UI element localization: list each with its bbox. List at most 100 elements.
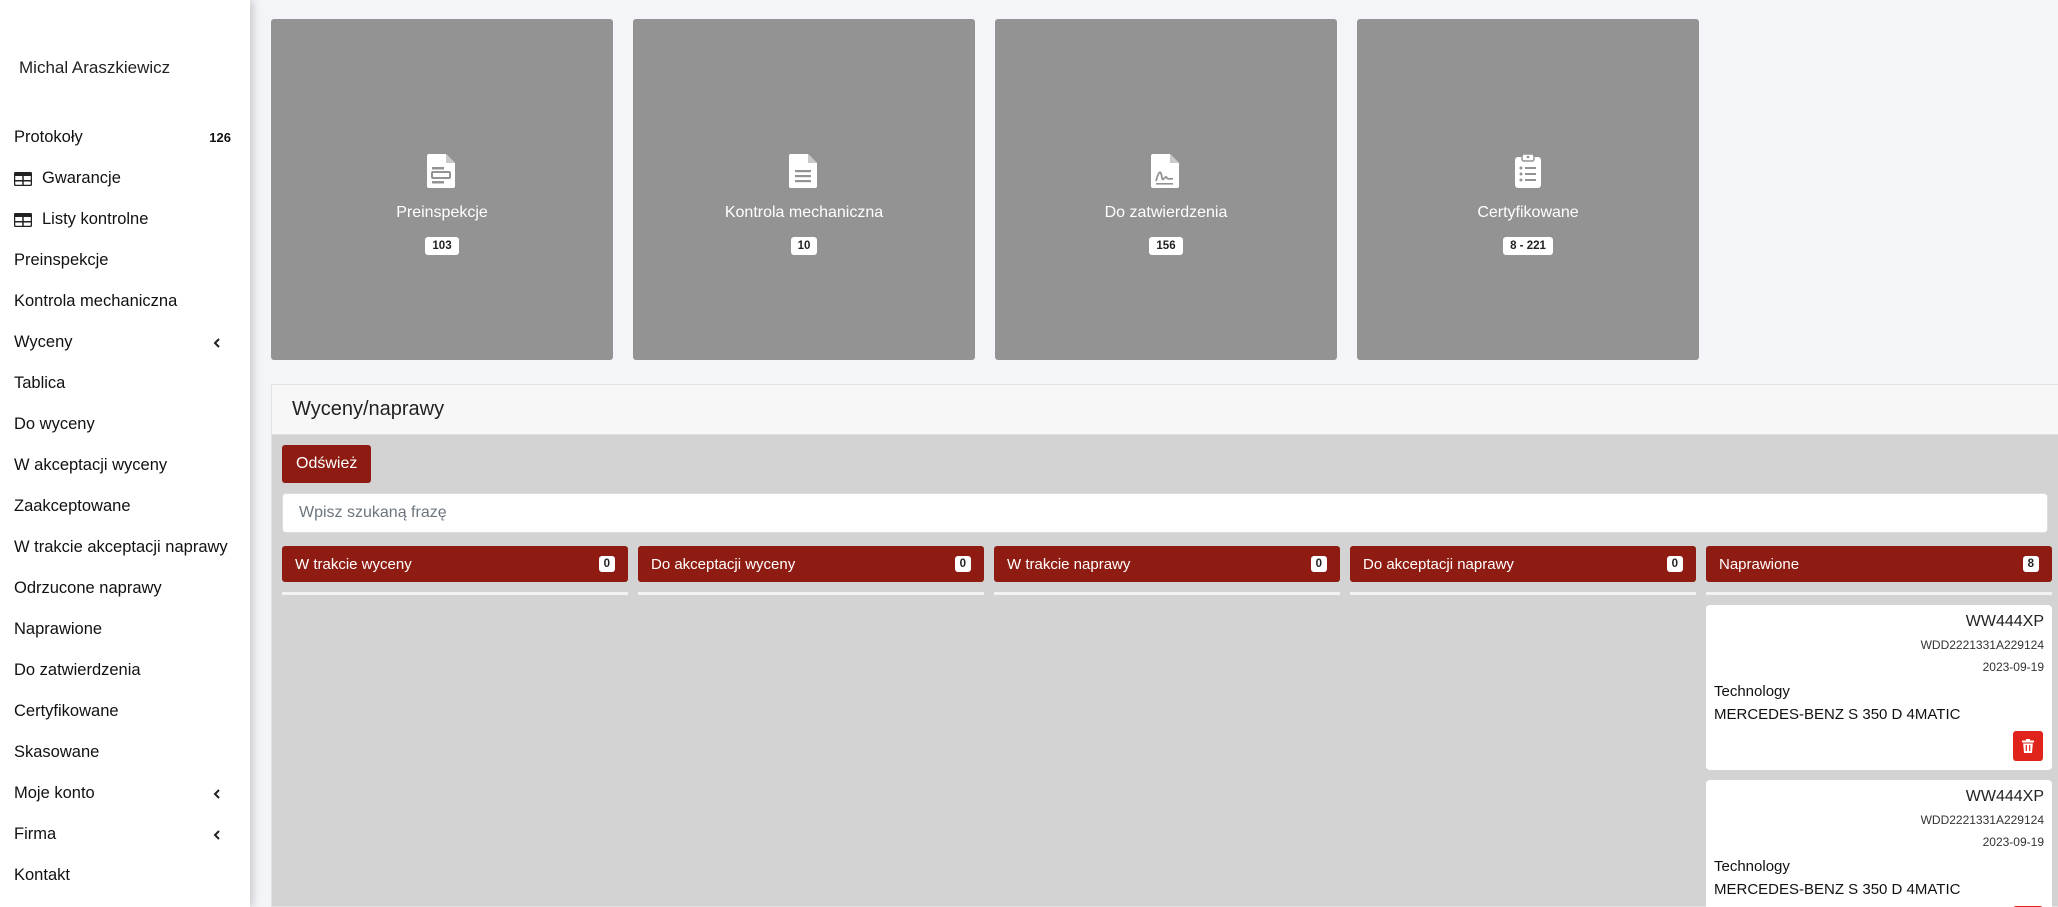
column-count-badge: 8 [2022, 556, 2039, 572]
sidebar-item-label: Kontrola mechaniczna [14, 292, 178, 310]
column-title: Do akceptacji naprawy [1363, 555, 1514, 573]
sidebar-item-wyceny[interactable]: Wyceny [0, 322, 250, 363]
sidebar-item-firma[interactable]: Firma [0, 814, 250, 855]
delete-button[interactable] [2013, 731, 2043, 761]
tile-certyfikowane[interactable]: Certyfikowane 8 - 221 [1357, 19, 1699, 360]
kanban-board: W trakcie wyceny 0 Do akceptacji wyceny … [282, 546, 2052, 907]
column-title: W trakcie naprawy [1007, 555, 1131, 573]
card-plate: WW444XP [1965, 613, 2044, 630]
table-icon [14, 212, 32, 227]
column-count-badge: 0 [1666, 556, 1683, 572]
sidebar-item-label: Zaakceptowane [14, 497, 131, 515]
panel-title: Wyceny/naprawy [272, 385, 2058, 435]
sidebar-item-kontakt[interactable]: Kontakt [0, 855, 250, 896]
column-divider [994, 592, 1340, 595]
sidebar-item-tablica[interactable]: Tablica [0, 363, 250, 404]
card-date: 2023-09-19 [1982, 660, 2044, 674]
column-count-badge: 0 [598, 556, 615, 572]
column-header: W trakcie wyceny 0 [282, 546, 628, 582]
tile-title: Preinspekcje [396, 204, 488, 221]
column-title: Naprawione [1719, 555, 1800, 573]
sidebar-item-label: Listy kontrolne [42, 210, 149, 228]
sidebar-item-certyfikowane[interactable]: Certyfikowane [0, 691, 250, 732]
chevron-left-icon [213, 337, 220, 348]
sidebar-item-naprawione[interactable]: Naprawione [0, 609, 250, 650]
summary-tiles: Preinspekcje 103 Kontrola mechaniczna 10… [271, 19, 1699, 360]
sidebar: Michal Araszkiewicz Protokoły 126 Gwaran… [0, 0, 250, 907]
column-do-akceptacji-wyceny: Do akceptacji wyceny 0 [638, 546, 984, 907]
sidebar-item-label: Do wyceny [14, 415, 95, 433]
column-header: Naprawione 8 [1706, 546, 2052, 582]
sidebar-item-label: Firma [14, 825, 57, 843]
sidebar-item-label: Wyceny [14, 333, 73, 351]
column-w-trakcie-wyceny: W trakcie wyceny 0 [282, 546, 628, 907]
sidebar-item-zaakceptowane[interactable]: Zaakceptowane [0, 486, 250, 527]
sidebar-item-do-zatwierdzenia[interactable]: Do zatwierdzenia [0, 650, 250, 691]
sidebar-item-w-trakcie-akceptacji-naprawy[interactable]: W trakcie akceptacji naprawy [0, 527, 250, 568]
table-icon [14, 171, 32, 186]
sidebar-item-kontrola-mechaniczna[interactable]: Kontrola mechaniczna [0, 281, 250, 322]
repair-card[interactable]: WW444XP WDD2221331A229124 2023-09-19 Tec… [1706, 605, 2052, 770]
refresh-button[interactable]: Odśwież [282, 445, 372, 483]
card-vin: WDD2221331A229124 [1920, 638, 2044, 652]
tile-count-badge: 8 - 221 [1503, 237, 1553, 255]
search-input[interactable] [282, 493, 2048, 533]
card-model: MERCEDES-BENZ S 350 D 4MATIC [1714, 881, 1961, 898]
tile-count-badge: 10 [790, 237, 818, 255]
sidebar-item-label: W akceptacji wyceny [14, 456, 168, 474]
card-company: Technology [1714, 858, 1790, 875]
sidebar-item-label: Certyfikowane [14, 702, 119, 720]
sidebar-item-label: W trakcie akceptacji naprawy [14, 538, 228, 556]
document-form-icon [427, 154, 455, 188]
tile-title: Kontrola mechaniczna [724, 204, 884, 221]
card-date: 2023-09-19 [1982, 835, 2044, 849]
main-content: Preinspekcje 103 Kontrola mechaniczna 10… [250, 0, 2058, 907]
column-w-trakcie-naprawy: W trakcie naprawy 0 [994, 546, 1340, 907]
column-count-badge: 0 [1310, 556, 1327, 572]
column-divider [638, 592, 984, 595]
sidebar-item-w-akceptacji-wyceny[interactable]: W akceptacji wyceny [0, 445, 250, 486]
column-title: Do akceptacji wyceny [651, 555, 796, 573]
sidebar-item-label: Kontakt [14, 866, 70, 884]
sidebar-item-label: Skasowane [14, 743, 100, 761]
sidebar-item-label: Naprawione [14, 620, 103, 638]
sidebar-item-label: Gwarancje [42, 169, 121, 187]
column-divider [1706, 592, 2052, 595]
card-model: MERCEDES-BENZ S 350 D 4MATIC [1714, 706, 1961, 723]
column-count-badge: 0 [954, 556, 971, 572]
user-name: Michal Araszkiewicz [19, 58, 171, 77]
column-do-akceptacji-naprawy: Do akceptacji naprawy 0 [1350, 546, 1696, 907]
sidebar-item-moje-konto[interactable]: Moje konto [0, 773, 250, 814]
sidebar-item-label: Moje konto [14, 784, 95, 802]
chevron-left-icon [213, 829, 220, 840]
card-company: Technology [1714, 683, 1790, 700]
tile-title: Do zatwierdzenia [1104, 204, 1228, 221]
sidebar-item-skasowane[interactable]: Skasowane [0, 732, 250, 773]
sidebar-item-gwarancje[interactable]: Gwarancje [0, 158, 250, 199]
card-plate: WW444XP [1965, 788, 2044, 805]
sidebar-nav: Protokoły 126 Gwarancje Listy kontrolne … [0, 117, 250, 896]
card-vin: WDD2221331A229124 [1920, 813, 2044, 827]
repair-card[interactable]: WW444XP WDD2221331A229124 2023-09-19 Tec… [1706, 780, 2052, 907]
sidebar-item-listy-kontrolne[interactable]: Listy kontrolne [0, 199, 250, 240]
tile-kontrola-mechaniczna[interactable]: Kontrola mechaniczna 10 [633, 19, 975, 360]
sidebar-item-protokoly[interactable]: Protokoły 126 [0, 117, 250, 158]
sidebar-item-odrzucone-naprawy[interactable]: Odrzucone naprawy [0, 568, 250, 609]
sidebar-item-label: Odrzucone naprawy [14, 579, 162, 597]
document-text-icon [789, 154, 817, 188]
sidebar-item-preinspekcje[interactable]: Preinspekcje [0, 240, 250, 281]
sidebar-item-do-wyceny[interactable]: Do wyceny [0, 404, 250, 445]
tile-preinspekcje[interactable]: Preinspekcje 103 [271, 19, 613, 360]
sidebar-item-label: Protokoły [14, 128, 83, 146]
tile-count-badge: 103 [425, 237, 459, 255]
sidebar-item-label: Preinspekcje [14, 251, 109, 269]
column-divider [1350, 592, 1696, 595]
column-header: Do akceptacji naprawy 0 [1350, 546, 1696, 582]
sidebar-item-label: Tablica [14, 374, 66, 392]
column-divider [282, 592, 628, 595]
chevron-left-icon [213, 788, 220, 799]
protokoly-count-badge: 126 [209, 130, 231, 145]
tile-count-badge: 156 [1149, 237, 1183, 255]
tile-do-zatwierdzenia[interactable]: Do zatwierdzenia 156 [995, 19, 1337, 360]
column-header: W trakcie naprawy 0 [994, 546, 1340, 582]
